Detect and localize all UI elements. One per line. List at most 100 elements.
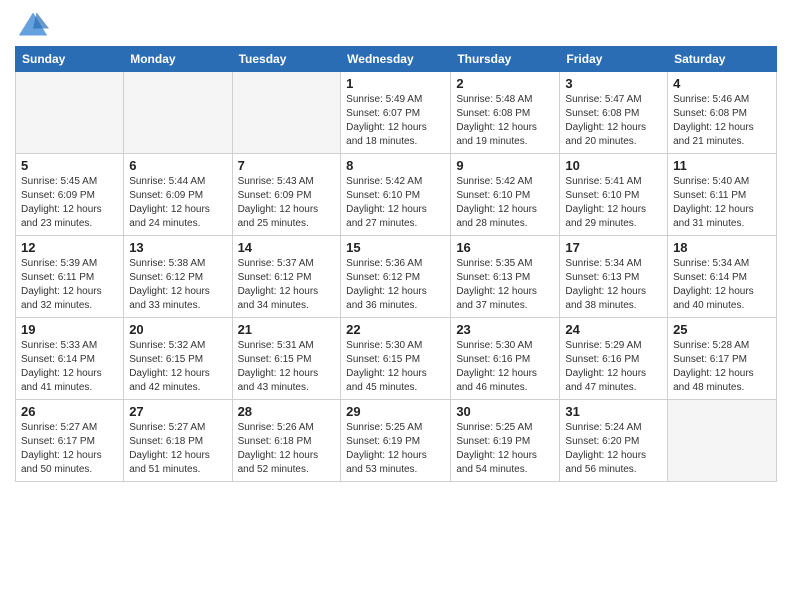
day-info: Sunrise: 5:45 AMSunset: 6:09 PMDaylight:… <box>21 175 118 231</box>
day-cell: 30 Sunrise: 5:25 AMSunset: 6:19 PMDayligh… <box>451 400 560 482</box>
day-info: Sunrise: 5:46 AMSunset: 6:08 PMDaylight:… <box>673 93 771 149</box>
day-info: Sunrise: 5:38 AMSunset: 6:12 PMDaylight:… <box>129 257 226 313</box>
day-number: 30 <box>456 404 554 419</box>
day-cell: 10 Sunrise: 5:41 AMSunset: 6:10 PMDayligh… <box>560 154 668 236</box>
day-number: 27 <box>129 404 226 419</box>
day-cell: 9Sunrise: 5:42 AMSunset: 6:10 PMDaylight… <box>451 154 560 236</box>
weekday-header-sunday: Sunday <box>16 47 124 72</box>
day-number: 5 <box>21 158 118 173</box>
day-cell: 1 Sunrise: 5:49 AMSunset: 6:07 PMDaylight… <box>341 72 451 154</box>
week-row-3: 12 Sunrise: 5:39 AMSunset: 6:11 PMDayligh… <box>16 236 777 318</box>
day-info: Sunrise: 5:42 AMSunset: 6:10 PMDaylight:… <box>346 175 445 231</box>
day-info: Sunrise: 5:30 AMSunset: 6:15 PMDaylight:… <box>346 339 445 395</box>
day-info: Sunrise: 5:28 AMSunset: 6:17 PMDaylight:… <box>673 339 771 395</box>
day-number: 7 <box>238 158 336 173</box>
day-cell: 5 Sunrise: 5:45 AMSunset: 6:09 PMDaylight… <box>16 154 124 236</box>
day-number: 13 <box>129 240 226 255</box>
header <box>15 10 777 38</box>
day-info: Sunrise: 5:37 AMSunset: 6:12 PMDaylight:… <box>238 257 336 313</box>
day-info: Sunrise: 5:43 AMSunset: 6:09 PMDaylight:… <box>238 175 336 231</box>
day-cell: 16Sunrise: 5:35 AMSunset: 6:13 PMDayligh… <box>451 236 560 318</box>
day-number: 15 <box>346 240 445 255</box>
day-info: Sunrise: 5:25 AMSunset: 6:19 PMDaylight:… <box>346 421 445 477</box>
day-cell: 17 Sunrise: 5:34 AMSunset: 6:13 PMDayligh… <box>560 236 668 318</box>
day-number: 22 <box>346 322 445 337</box>
day-cell: 27 Sunrise: 5:27 AMSunset: 6:18 PMDayligh… <box>124 400 232 482</box>
day-info: Sunrise: 5:36 AMSunset: 6:12 PMDaylight:… <box>346 257 445 313</box>
day-info: Sunrise: 5:30 AMSunset: 6:16 PMDaylight:… <box>456 339 554 395</box>
day-number: 10 <box>565 158 662 173</box>
day-cell: 19 Sunrise: 5:33 AMSunset: 6:14 PMDayligh… <box>16 318 124 400</box>
day-cell: 13 Sunrise: 5:38 AMSunset: 6:12 PMDayligh… <box>124 236 232 318</box>
weekday-header-row: SundayMondayTuesdayWednesdayThursdayFrid… <box>16 47 777 72</box>
weekday-header-friday: Friday <box>560 47 668 72</box>
day-cell: 8 Sunrise: 5:42 AMSunset: 6:10 PMDaylight… <box>341 154 451 236</box>
day-info: Sunrise: 5:27 AMSunset: 6:17 PMDaylight:… <box>21 421 118 477</box>
day-number: 26 <box>21 404 118 419</box>
day-info: Sunrise: 5:48 AMSunset: 6:08 PMDaylight:… <box>456 93 554 149</box>
day-info: Sunrise: 5:32 AMSunset: 6:15 PMDaylight:… <box>129 339 226 395</box>
logo-icon <box>17 10 49 38</box>
weekday-header-tuesday: Tuesday <box>232 47 341 72</box>
day-info: Sunrise: 5:34 AMSunset: 6:13 PMDaylight:… <box>565 257 662 313</box>
day-number: 20 <box>129 322 226 337</box>
day-info: Sunrise: 5:41 AMSunset: 6:10 PMDaylight:… <box>565 175 662 231</box>
day-cell: 15 Sunrise: 5:36 AMSunset: 6:12 PMDayligh… <box>341 236 451 318</box>
day-cell: 3 Sunrise: 5:47 AMSunset: 6:08 PMDaylight… <box>560 72 668 154</box>
day-number: 14 <box>238 240 336 255</box>
day-cell: 22 Sunrise: 5:30 AMSunset: 6:15 PMDayligh… <box>341 318 451 400</box>
day-info: Sunrise: 5:49 AMSunset: 6:07 PMDaylight:… <box>346 93 445 149</box>
day-number: 11 <box>673 158 771 173</box>
day-number: 28 <box>238 404 336 419</box>
day-number: 21 <box>238 322 336 337</box>
day-cell <box>668 400 777 482</box>
day-cell: 26 Sunrise: 5:27 AMSunset: 6:17 PMDayligh… <box>16 400 124 482</box>
day-cell: 18Sunrise: 5:34 AMSunset: 6:14 PMDayligh… <box>668 236 777 318</box>
day-number: 2 <box>456 76 554 91</box>
day-number: 9 <box>456 158 554 173</box>
day-cell: 25 Sunrise: 5:28 AMSunset: 6:17 PMDayligh… <box>668 318 777 400</box>
day-cell: 14 Sunrise: 5:37 AMSunset: 6:12 PMDayligh… <box>232 236 341 318</box>
day-number: 23 <box>456 322 554 337</box>
day-cell: 12 Sunrise: 5:39 AMSunset: 6:11 PMDayligh… <box>16 236 124 318</box>
day-cell: 24Sunrise: 5:29 AMSunset: 6:16 PMDayligh… <box>560 318 668 400</box>
week-row-5: 26 Sunrise: 5:27 AMSunset: 6:17 PMDayligh… <box>16 400 777 482</box>
weekday-header-thursday: Thursday <box>451 47 560 72</box>
day-cell: 21Sunrise: 5:31 AMSunset: 6:15 PMDayligh… <box>232 318 341 400</box>
day-number: 8 <box>346 158 445 173</box>
day-number: 16 <box>456 240 554 255</box>
day-info: Sunrise: 5:47 AMSunset: 6:08 PMDaylight:… <box>565 93 662 149</box>
day-cell: 20 Sunrise: 5:32 AMSunset: 6:15 PMDayligh… <box>124 318 232 400</box>
day-cell: 4Sunrise: 5:46 AMSunset: 6:08 PMDaylight… <box>668 72 777 154</box>
day-number: 24 <box>565 322 662 337</box>
day-cell <box>16 72 124 154</box>
week-row-2: 5 Sunrise: 5:45 AMSunset: 6:09 PMDaylight… <box>16 154 777 236</box>
weekday-header-wednesday: Wednesday <box>341 47 451 72</box>
day-cell: 28Sunrise: 5:26 AMSunset: 6:18 PMDayligh… <box>232 400 341 482</box>
day-info: Sunrise: 5:39 AMSunset: 6:11 PMDaylight:… <box>21 257 118 313</box>
day-info: Sunrise: 5:34 AMSunset: 6:14 PMDaylight:… <box>673 257 771 313</box>
week-row-1: 1 Sunrise: 5:49 AMSunset: 6:07 PMDaylight… <box>16 72 777 154</box>
day-number: 25 <box>673 322 771 337</box>
day-number: 1 <box>346 76 445 91</box>
day-cell: 6Sunrise: 5:44 AMSunset: 6:09 PMDaylight… <box>124 154 232 236</box>
day-number: 3 <box>565 76 662 91</box>
day-number: 12 <box>21 240 118 255</box>
day-info: Sunrise: 5:25 AMSunset: 6:19 PMDaylight:… <box>456 421 554 477</box>
day-cell: 7 Sunrise: 5:43 AMSunset: 6:09 PMDaylight… <box>232 154 341 236</box>
day-info: Sunrise: 5:27 AMSunset: 6:18 PMDaylight:… <box>129 421 226 477</box>
day-cell: 29 Sunrise: 5:25 AMSunset: 6:19 PMDayligh… <box>341 400 451 482</box>
day-cell: 2 Sunrise: 5:48 AMSunset: 6:08 PMDaylight… <box>451 72 560 154</box>
day-info: Sunrise: 5:40 AMSunset: 6:11 PMDaylight:… <box>673 175 771 231</box>
day-info: Sunrise: 5:24 AMSunset: 6:20 PMDaylight:… <box>565 421 662 477</box>
day-number: 29 <box>346 404 445 419</box>
day-info: Sunrise: 5:44 AMSunset: 6:09 PMDaylight:… <box>129 175 226 231</box>
day-number: 17 <box>565 240 662 255</box>
logo <box>15 10 49 38</box>
day-cell <box>232 72 341 154</box>
day-cell: 23 Sunrise: 5:30 AMSunset: 6:16 PMDayligh… <box>451 318 560 400</box>
weekday-header-saturday: Saturday <box>668 47 777 72</box>
day-number: 19 <box>21 322 118 337</box>
day-info: Sunrise: 5:33 AMSunset: 6:14 PMDaylight:… <box>21 339 118 395</box>
week-row-4: 19 Sunrise: 5:33 AMSunset: 6:14 PMDayligh… <box>16 318 777 400</box>
